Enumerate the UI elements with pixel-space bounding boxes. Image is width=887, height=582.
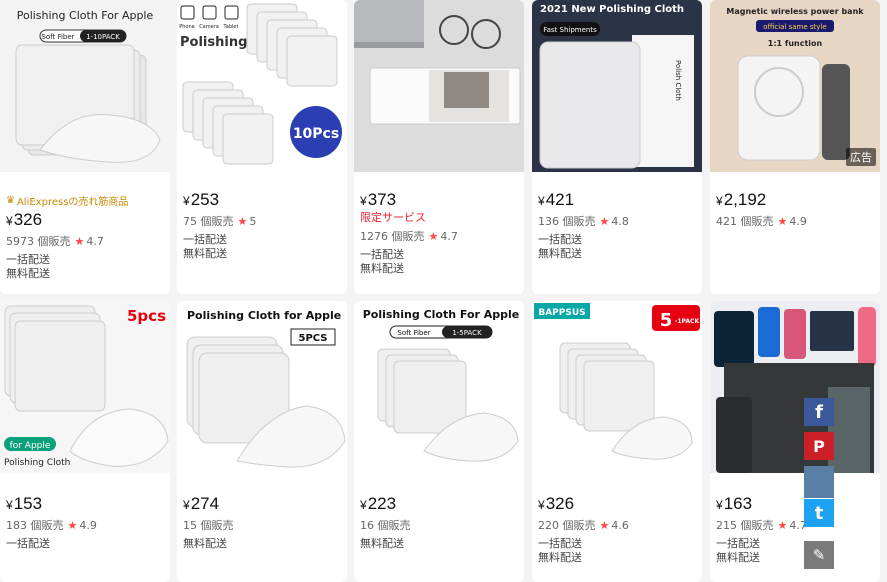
svg-text:Phone: Phone	[179, 24, 195, 30]
share-button[interactable]	[804, 466, 834, 498]
shipping-info: 無料配送	[183, 537, 227, 550]
svg-text:5: 5	[660, 310, 673, 331]
twitter-icon: t	[814, 502, 824, 524]
sales-rating: 5973 個販売 ★ 4.7	[6, 235, 104, 248]
pinterest-icon: P	[813, 436, 825, 456]
product-image[interactable]: Magnetic wireless power bank official sa…	[710, 0, 880, 172]
svg-text:official same style: official same style	[763, 23, 826, 31]
product-card[interactable]: ¥373 限定サービス 1276 個販売 ★ 4.7 一括配送 無料配送	[354, 0, 524, 294]
svg-text:1-5PACK: 1-5PACK	[452, 329, 482, 337]
sales-rating: 183 個販売 ★ 4.9	[6, 519, 97, 532]
product-image[interactable]	[354, 0, 524, 172]
product-price: ¥153	[6, 494, 43, 513]
star-icon: ★	[777, 215, 788, 228]
svg-text:Polishing: Polishing	[180, 35, 247, 50]
shipping-info: 一括配送 無料配送	[538, 537, 582, 564]
product-image[interactable]: 2021 New Polishing Cloth Fast Shipments …	[532, 0, 702, 172]
product-card[interactable]: Polishing Cloth For Apple Soft Fiber 1-5…	[354, 301, 524, 582]
star-icon: ★	[67, 519, 78, 532]
ad-label: 広告	[846, 148, 876, 166]
svg-text:Polishing Cloth: Polishing Cloth	[4, 458, 70, 468]
svg-text:Magnetic wireless power bank: Magnetic wireless power bank	[726, 7, 864, 16]
star-icon: ★	[74, 235, 85, 248]
svg-text:Camera: Camera	[199, 24, 219, 30]
sales-rating: 136 個販売 ★ 4.8	[538, 215, 629, 228]
svg-text:Soft Fiber: Soft Fiber	[41, 33, 74, 41]
svg-text:5pcs: 5pcs	[127, 307, 166, 325]
product-image[interactable]	[710, 301, 880, 473]
product-card[interactable]: Polishing Cloth for Apple 5PCS ¥274 15 個…	[177, 301, 347, 582]
svg-text:5PCS: 5PCS	[298, 333, 327, 344]
shipping-info: 一括配送 無料配送	[183, 233, 227, 260]
product-price: ¥253	[183, 190, 220, 209]
sales-rating: 1276 個販売 ★ 4.7	[360, 230, 458, 243]
product-price: ¥223	[360, 494, 397, 513]
edit-share-button[interactable]: ✎	[804, 541, 834, 569]
product-card[interactable]: BAPPSUS 5 -1PACK ¥326 220 個販売 ★ 4.6 一括配送 無料…	[532, 301, 702, 582]
svg-text:1-10PACK: 1-10PACK	[86, 33, 120, 41]
product-image[interactable]: 5pcs for Apple Polishing Cloth	[0, 301, 170, 473]
product-image[interactable]: Phone Camera Tablet Polishing 10Pcs	[177, 0, 347, 172]
product-card[interactable]: Magnetic wireless power bank official sa…	[710, 0, 880, 294]
star-icon: ★	[599, 519, 610, 532]
product-card[interactable]: Polishing Cloth For Apple Soft Fiber 1-1…	[0, 0, 170, 294]
star-icon: ★	[777, 519, 788, 532]
product-price: ¥421	[538, 190, 575, 209]
sales-count: 15 個販売	[183, 519, 234, 532]
sales-rating: 75 個販売 ★ 5	[183, 215, 257, 228]
product-price: ¥2,192	[716, 190, 767, 209]
shipping-info: 一括配送 無料配送	[716, 537, 760, 564]
svg-text:-1PACK: -1PACK	[675, 318, 700, 325]
limited-service-label: 限定サービス	[360, 211, 426, 224]
facebook-share-button[interactable]: f	[804, 398, 834, 426]
svg-text:2021 New Polishing Cloth: 2021 New Polishing Cloth	[540, 4, 684, 15]
shipping-info: 一括配送 無料配送	[6, 253, 50, 280]
product-price: ¥163	[716, 494, 753, 513]
svg-text:10Pcs: 10Pcs	[293, 126, 339, 142]
star-icon: ★	[599, 215, 610, 228]
twitter-share-button[interactable]: t	[804, 499, 834, 527]
shipping-info: 無料配送	[360, 537, 404, 550]
thumb-title: Polishing Cloth For Apple	[17, 9, 154, 22]
product-price: ¥326	[6, 210, 43, 229]
pinterest-share-button[interactable]: P	[804, 432, 834, 460]
svg-text:Polish Cloth: Polish Cloth	[674, 60, 682, 101]
bestseller-badge: ♛ AliExpressの売れ筋商品	[6, 195, 129, 208]
product-image[interactable]: BAPPSUS 5 -1PACK	[532, 301, 702, 473]
sales-rating: 421 個販売 ★ 4.9	[716, 215, 807, 228]
product-image[interactable]: Polishing Cloth for Apple 5PCS	[177, 301, 347, 473]
product-card[interactable]: 5pcs for Apple Polishing Cloth ¥153 183 …	[0, 301, 170, 582]
product-price: ¥274	[183, 494, 220, 513]
shipping-info: 一括配送	[6, 537, 50, 550]
svg-text:1:1 function: 1:1 function	[768, 39, 823, 48]
svg-text:BAPPSUS: BAPPSUS	[538, 308, 585, 318]
product-price: ¥373	[360, 190, 397, 209]
sales-rating: 220 個販売 ★ 4.6	[538, 519, 629, 532]
svg-text:Polishing Cloth for Apple: Polishing Cloth for Apple	[187, 309, 341, 322]
sales-count: 16 個販売	[360, 519, 411, 532]
sales-rating: 215 個販売 ★ 4.7	[716, 519, 807, 532]
product-image[interactable]: Polishing Cloth For Apple Soft Fiber 1-5…	[354, 301, 524, 473]
shipping-info: 一括配送 無料配送	[360, 248, 404, 275]
svg-text:for Apple: for Apple	[10, 441, 51, 451]
star-icon: ★	[428, 230, 439, 243]
svg-text:Polishing Cloth For Apple: Polishing Cloth For Apple	[363, 308, 520, 321]
product-price: ¥326	[538, 494, 575, 513]
crown-icon: ♛	[6, 195, 15, 206]
facebook-icon: f	[815, 401, 823, 423]
product-card[interactable]: ¥163 215 個販売 ★ 4.7 一括配送 無料配送	[710, 301, 880, 582]
svg-text:Soft Fiber: Soft Fiber	[397, 329, 430, 337]
svg-text:Tablet: Tablet	[223, 24, 239, 30]
product-card[interactable]: 2021 New Polishing Cloth Fast Shipments …	[532, 0, 702, 294]
shipping-info: 一括配送 無料配送	[538, 233, 582, 260]
product-card[interactable]: Phone Camera Tablet Polishing 10Pcs ¥253…	[177, 0, 347, 294]
pencil-icon: ✎	[812, 546, 826, 564]
svg-text:Fast Shipments: Fast Shipments	[543, 26, 597, 34]
star-icon: ★	[237, 215, 248, 228]
product-image[interactable]: Polishing Cloth For Apple Soft Fiber 1-1…	[0, 0, 170, 172]
